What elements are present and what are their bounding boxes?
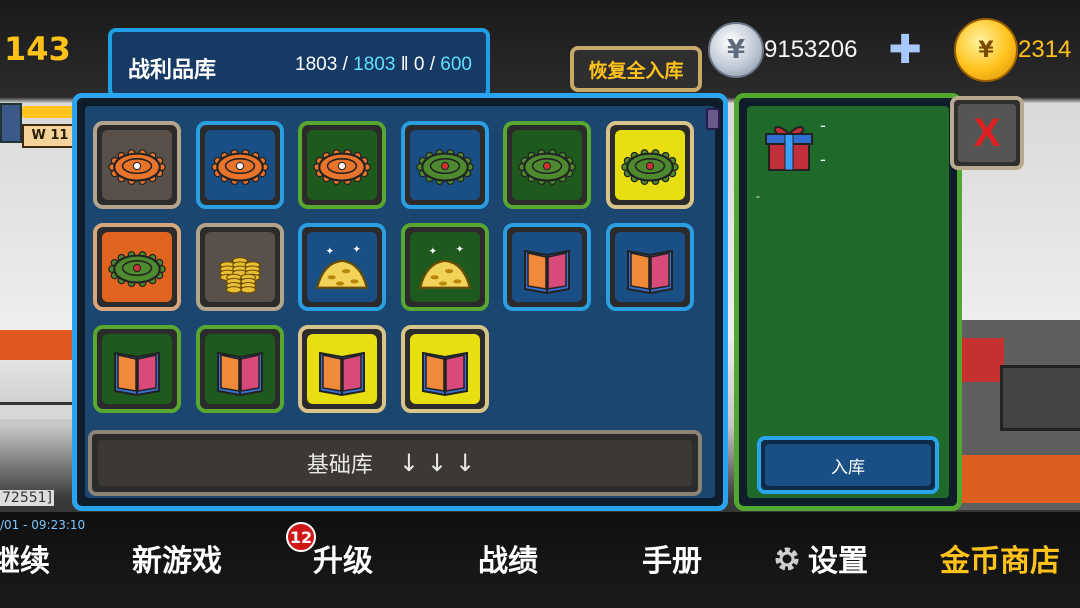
book-icon xyxy=(614,232,685,302)
loot-count-current: 1803 xyxy=(295,54,338,75)
close-icon: X xyxy=(958,104,1016,162)
loot-slot[interactable] xyxy=(93,223,181,311)
loot-count-extra: 0 xyxy=(413,54,425,75)
base-storage-label: 基础库 xyxy=(306,453,373,478)
base-storage-button[interactable]: 基础库 ↓↓↓ xyxy=(88,430,702,496)
loot-slot[interactable]: ✦ ✦ xyxy=(298,223,386,311)
side-indicator xyxy=(0,103,22,143)
loot-capacity: 1803 / 1803 ‖ 0 / 600 xyxy=(295,54,472,75)
bottlecap-green-icon xyxy=(614,130,685,200)
scene-block xyxy=(1000,365,1080,431)
bottlecap-green-icon xyxy=(102,232,172,302)
level-badge: W 11 xyxy=(22,124,78,148)
loot-slot[interactable] xyxy=(400,325,489,413)
gold-balance: 2314 xyxy=(1018,36,1072,63)
scrollbar-handle[interactable] xyxy=(706,108,720,130)
loot-count-limit: 600 xyxy=(440,54,472,75)
svg-text:✦: ✦ xyxy=(325,246,334,258)
bottlecap-green-icon xyxy=(512,130,582,200)
scene-block xyxy=(962,455,1080,503)
coordinate-readout: 72551] xyxy=(0,490,54,506)
gift-box-icon xyxy=(765,126,813,171)
loot-slot[interactable] xyxy=(605,121,694,209)
nav-settings[interactable]: 设置 xyxy=(808,536,868,580)
scene-block xyxy=(962,338,1004,382)
bottlecap-orange-icon xyxy=(102,130,172,200)
restore-all-button[interactable]: 恢复全入库 xyxy=(570,46,702,92)
loot-slot[interactable] xyxy=(195,325,284,413)
loot-slot[interactable]: ✦ ✦ xyxy=(400,223,489,311)
book-icon xyxy=(204,334,275,404)
gold-pile-icon: ✦ ✦ xyxy=(409,232,480,302)
nav-manual[interactable]: 手册 xyxy=(642,536,702,580)
book-icon xyxy=(512,232,582,302)
loot-count-separator: ‖ xyxy=(400,54,409,75)
loot-slot[interactable] xyxy=(400,121,489,209)
silver-balance: 9153206 xyxy=(764,36,858,63)
loot-slot[interactable] xyxy=(503,121,591,209)
coin-stacks-icon xyxy=(204,232,275,302)
timestamp: /01 - 09:23:10 xyxy=(0,518,86,532)
reward-line: - xyxy=(820,116,826,135)
book-icon xyxy=(102,334,172,404)
book-icon xyxy=(409,334,480,404)
reward-line: - xyxy=(820,150,826,169)
score-counter: 143 xyxy=(4,30,71,68)
loot-slot[interactable] xyxy=(503,223,591,311)
health-bar xyxy=(22,106,74,118)
loot-slot[interactable] xyxy=(93,121,181,209)
loot-header: 战利品库 1803 / 1803 ‖ 0 / 600 xyxy=(108,28,490,98)
svg-text:✦: ✦ xyxy=(428,246,437,258)
store-button-label: 入库 xyxy=(765,444,931,486)
loot-slot[interactable] xyxy=(298,121,386,209)
loot-slot[interactable] xyxy=(93,325,181,413)
silver-coin-icon: ¥ xyxy=(708,22,764,78)
loot-slot[interactable] xyxy=(195,121,284,209)
nav-gold-shop[interactable]: 金币商店 xyxy=(940,536,1060,580)
reward-note: - xyxy=(756,190,760,203)
svg-text:✦: ✦ xyxy=(352,244,361,256)
bottlecap-orange-icon xyxy=(307,130,377,200)
nav-records[interactable]: 战绩 xyxy=(478,536,538,580)
base-storage-face: 基础库 ↓↓↓ xyxy=(98,440,692,486)
nav-continue[interactable]: 继续 xyxy=(0,536,50,580)
loot-title: 战利品库 xyxy=(128,58,217,83)
loot-slot[interactable] xyxy=(605,223,694,311)
book-icon xyxy=(307,334,377,404)
nav-new-game[interactable]: 新游戏 xyxy=(132,536,222,580)
down-arrows-icon: ↓↓↓ xyxy=(398,449,484,477)
gear-icon xyxy=(775,547,799,571)
loot-slot[interactable] xyxy=(195,223,284,311)
close-button[interactable]: X xyxy=(950,96,1024,170)
gold-pile-icon: ✦ ✦ xyxy=(307,232,377,302)
bottlecap-green-icon xyxy=(409,130,480,200)
gold-coin-icon: ¥ xyxy=(954,18,1018,82)
loot-count-cap: 1803 xyxy=(353,54,396,75)
upgrade-count-badge: 12 xyxy=(286,522,316,552)
store-button[interactable]: 入库 xyxy=(757,436,939,494)
nav-upgrade[interactable]: 升级 xyxy=(313,536,373,580)
add-currency-button[interactable]: ✚ xyxy=(888,30,922,70)
loot-slot[interactable] xyxy=(298,325,386,413)
svg-text:✦: ✦ xyxy=(455,244,464,256)
bottlecap-orange-icon xyxy=(204,130,275,200)
